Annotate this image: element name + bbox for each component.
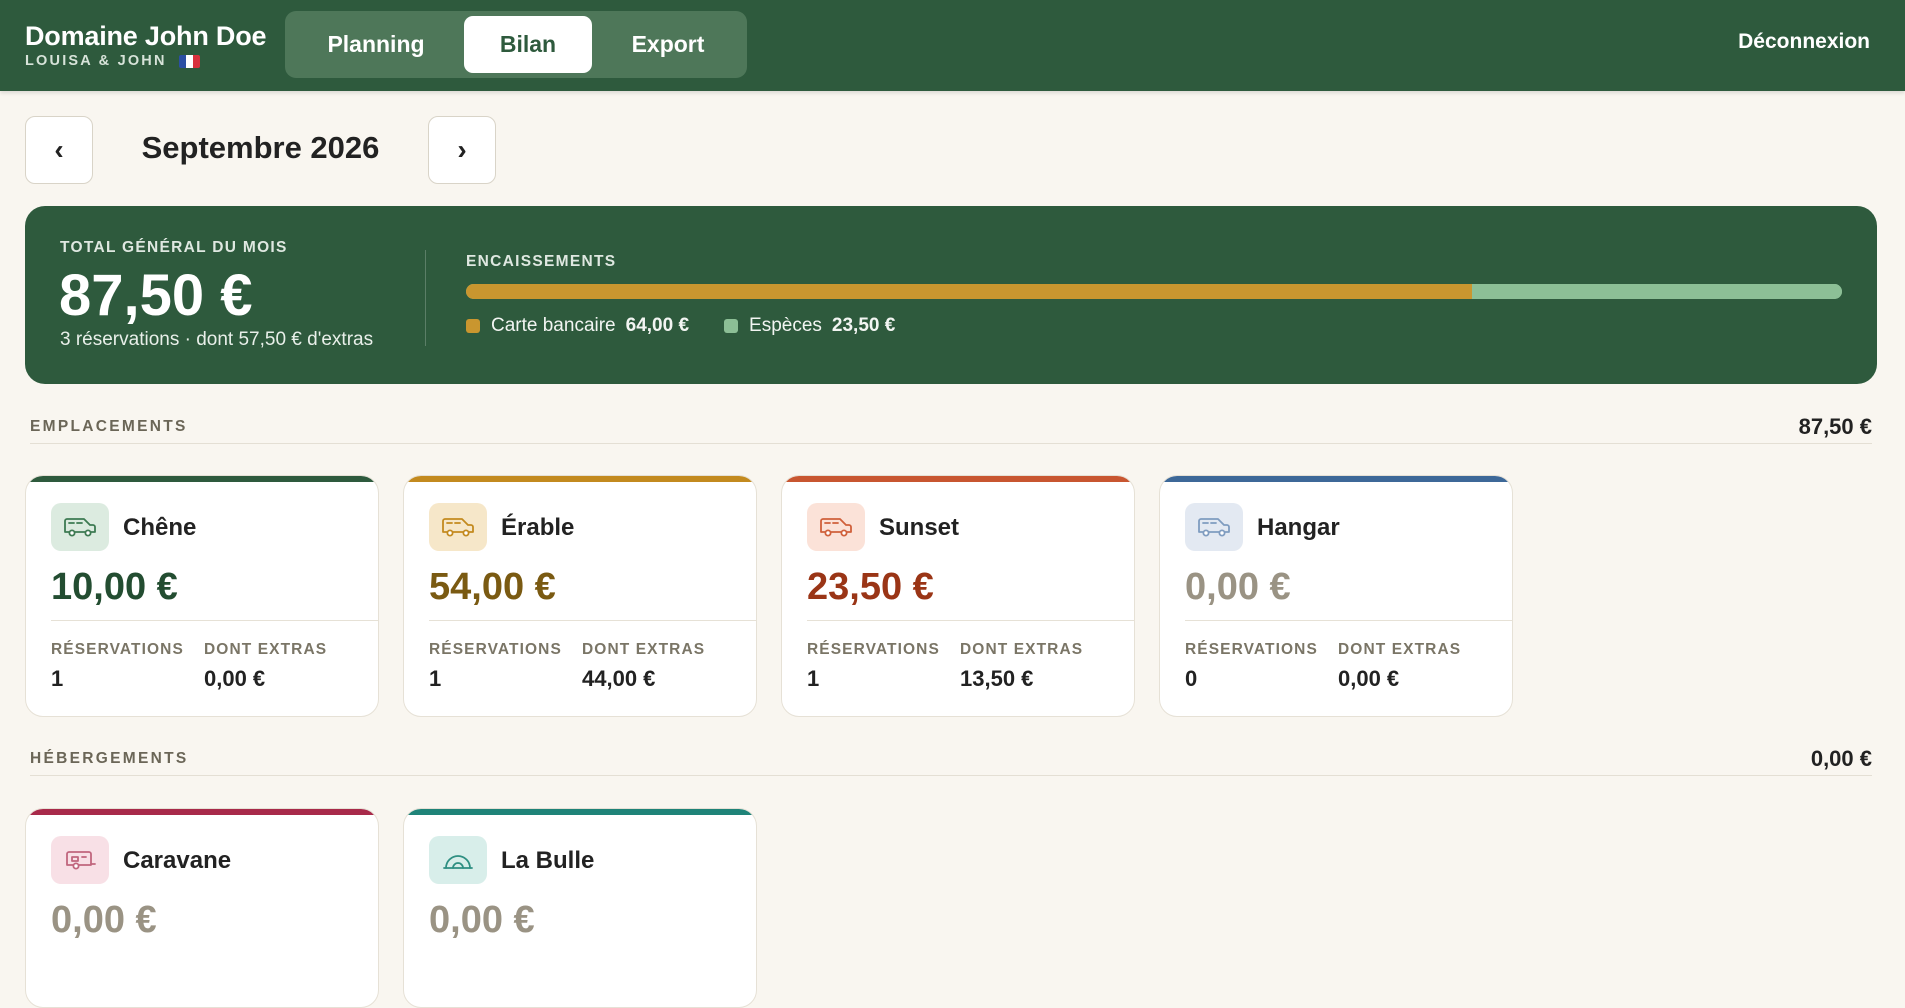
unit-name: La Bulle [501, 847, 595, 874]
next-month-button[interactable]: › [428, 116, 496, 184]
reservations-label: RÉSERVATIONS [1185, 641, 1318, 658]
unit-amount: 10,00 € [51, 566, 178, 608]
brand-subtitle-row: LOUISA & JOHN [25, 52, 266, 70]
extras-amount: 0,00 € [204, 666, 266, 691]
extras-amount: 44,00 € [582, 666, 656, 691]
card-payment-label: Carte bancaire [491, 315, 616, 336]
unit-amount: 0,00 € [51, 899, 157, 941]
card-icon-badge [429, 503, 487, 551]
reservations-count: 0 [1185, 666, 1198, 691]
payment-split-bar [466, 284, 1842, 299]
extras-label: DONT EXTRAS [204, 641, 328, 658]
emplacements-section-header: EMPLACEMENTS 87,50 € [30, 414, 1872, 444]
card-payment-swatch [466, 319, 480, 333]
payment-bar-cash [1472, 284, 1842, 299]
bubble-tent-icon [441, 848, 475, 872]
payment-legend: Carte bancaire 64,00 € Espèces 23,50 € [466, 315, 930, 337]
card-divider [1185, 620, 1512, 621]
caravan-icon [63, 849, 97, 871]
summary-label: TOTAL GÉNÉRAL DU MOIS [60, 239, 288, 256]
extras-amount: 0,00 € [1338, 666, 1400, 691]
cash-payment-value: 23,50 € [831, 315, 896, 336]
card-icon-badge [429, 836, 487, 884]
card-icon-badge [51, 836, 109, 884]
unit-name: Hangar [1257, 514, 1340, 541]
unit-amount: 0,00 € [429, 899, 535, 941]
extras-label: DONT EXTRAS [960, 641, 1084, 658]
hebergements-label: HÉBERGEMENTS [30, 750, 189, 767]
summary-total-amount: 87,50 € [59, 263, 253, 328]
emplacements-total: 87,50 € [1798, 414, 1872, 439]
unit-name: Chêne [123, 514, 197, 541]
unit-card[interactable]: La Bulle 0,00 € [403, 808, 757, 1008]
unit-name: Caravane [123, 847, 232, 874]
hebergements-section-header: HÉBERGEMENTS 0,00 € [30, 746, 1872, 776]
card-divider [429, 620, 756, 621]
reservations-count: 1 [429, 666, 442, 691]
unit-card[interactable]: Hangar 0,00 € RÉSERVATIONS DONT EXTRAS 0 0,00… [1159, 475, 1513, 717]
emplacements-label: EMPLACEMENTS [30, 418, 188, 435]
card-icon-badge [51, 503, 109, 551]
top-bar: Domaine John Doe LOUISA & JOHN Planning … [0, 0, 1905, 91]
extras-amount: 13,50 € [960, 666, 1034, 691]
unit-card[interactable]: Sunset 23,50 € RÉSERVATIONS DONT EXTRAS 1 13,… [781, 475, 1135, 717]
tab-bilan[interactable]: Bilan [464, 16, 592, 73]
extras-label: DONT EXTRAS [582, 641, 706, 658]
camper-van-icon [441, 516, 475, 538]
card-accent-bar [404, 809, 756, 815]
monthly-summary-card: TOTAL GÉNÉRAL DU MOIS 87,50 € 3 réservat… [25, 206, 1877, 384]
unit-card[interactable]: Érable 54,00 € RÉSERVATIONS DONT EXTRAS 1 44,… [403, 475, 757, 717]
card-divider [51, 620, 378, 621]
reservations-count: 1 [51, 666, 64, 691]
card-payment-value: 64,00 € [625, 315, 690, 336]
france-flag-icon [178, 54, 200, 68]
card-accent-bar [404, 476, 756, 482]
unit-name: Sunset [879, 514, 960, 541]
unit-card[interactable]: Chêne 10,00 € RÉSERVATIONS DONT EXTRAS 1 0,00… [25, 475, 379, 717]
main-nav: Planning Bilan Export [285, 11, 747, 78]
reservations-label: RÉSERVATIONS [51, 641, 184, 658]
card-accent-bar [1160, 476, 1512, 482]
card-accent-bar [26, 476, 378, 482]
card-divider [807, 620, 1134, 621]
summary-subtitle: 3 réservations · dont 57,50 € d'extras [60, 329, 374, 350]
reservations-label: RÉSERVATIONS [429, 641, 562, 658]
cash-payment-label: Espèces [749, 315, 822, 336]
brand: Domaine John Doe LOUISA & JOHN [25, 20, 267, 70]
tab-planning[interactable]: Planning [290, 16, 462, 73]
unit-amount: 0,00 € [1185, 566, 1291, 608]
tab-export[interactable]: Export [594, 16, 742, 73]
card-icon-badge [807, 503, 865, 551]
previous-month-button[interactable]: ‹ [25, 116, 93, 184]
payment-bar-card [466, 284, 1473, 299]
unit-card[interactable]: Caravane 0,00 € [25, 808, 379, 1008]
hebergements-total: 0,00 € [1810, 746, 1872, 771]
extras-label: DONT EXTRAS [1338, 641, 1462, 658]
unit-name: Érable [501, 514, 575, 541]
reservations-count: 1 [807, 666, 820, 691]
card-accent-bar [26, 809, 378, 815]
summary-divider [425, 250, 426, 346]
camper-van-icon [1197, 516, 1231, 538]
cash-payment-swatch [724, 319, 739, 333]
camper-van-icon [819, 516, 853, 538]
brand-subtitle: LOUISA & JOHN [25, 53, 167, 69]
logout-button[interactable]: Déconnexion [1738, 30, 1870, 54]
unit-amount: 54,00 € [429, 566, 556, 608]
reservations-label: RÉSERVATIONS [807, 641, 940, 658]
card-icon-badge [1185, 503, 1243, 551]
brand-title: Domaine John Doe [25, 21, 267, 51]
encaissements-label: ENCAISSEMENTS [466, 253, 617, 270]
card-accent-bar [782, 476, 1134, 482]
camper-van-icon [63, 516, 97, 538]
unit-amount: 23,50 € [807, 566, 934, 608]
month-title: Septembre 2026 [141, 130, 380, 165]
